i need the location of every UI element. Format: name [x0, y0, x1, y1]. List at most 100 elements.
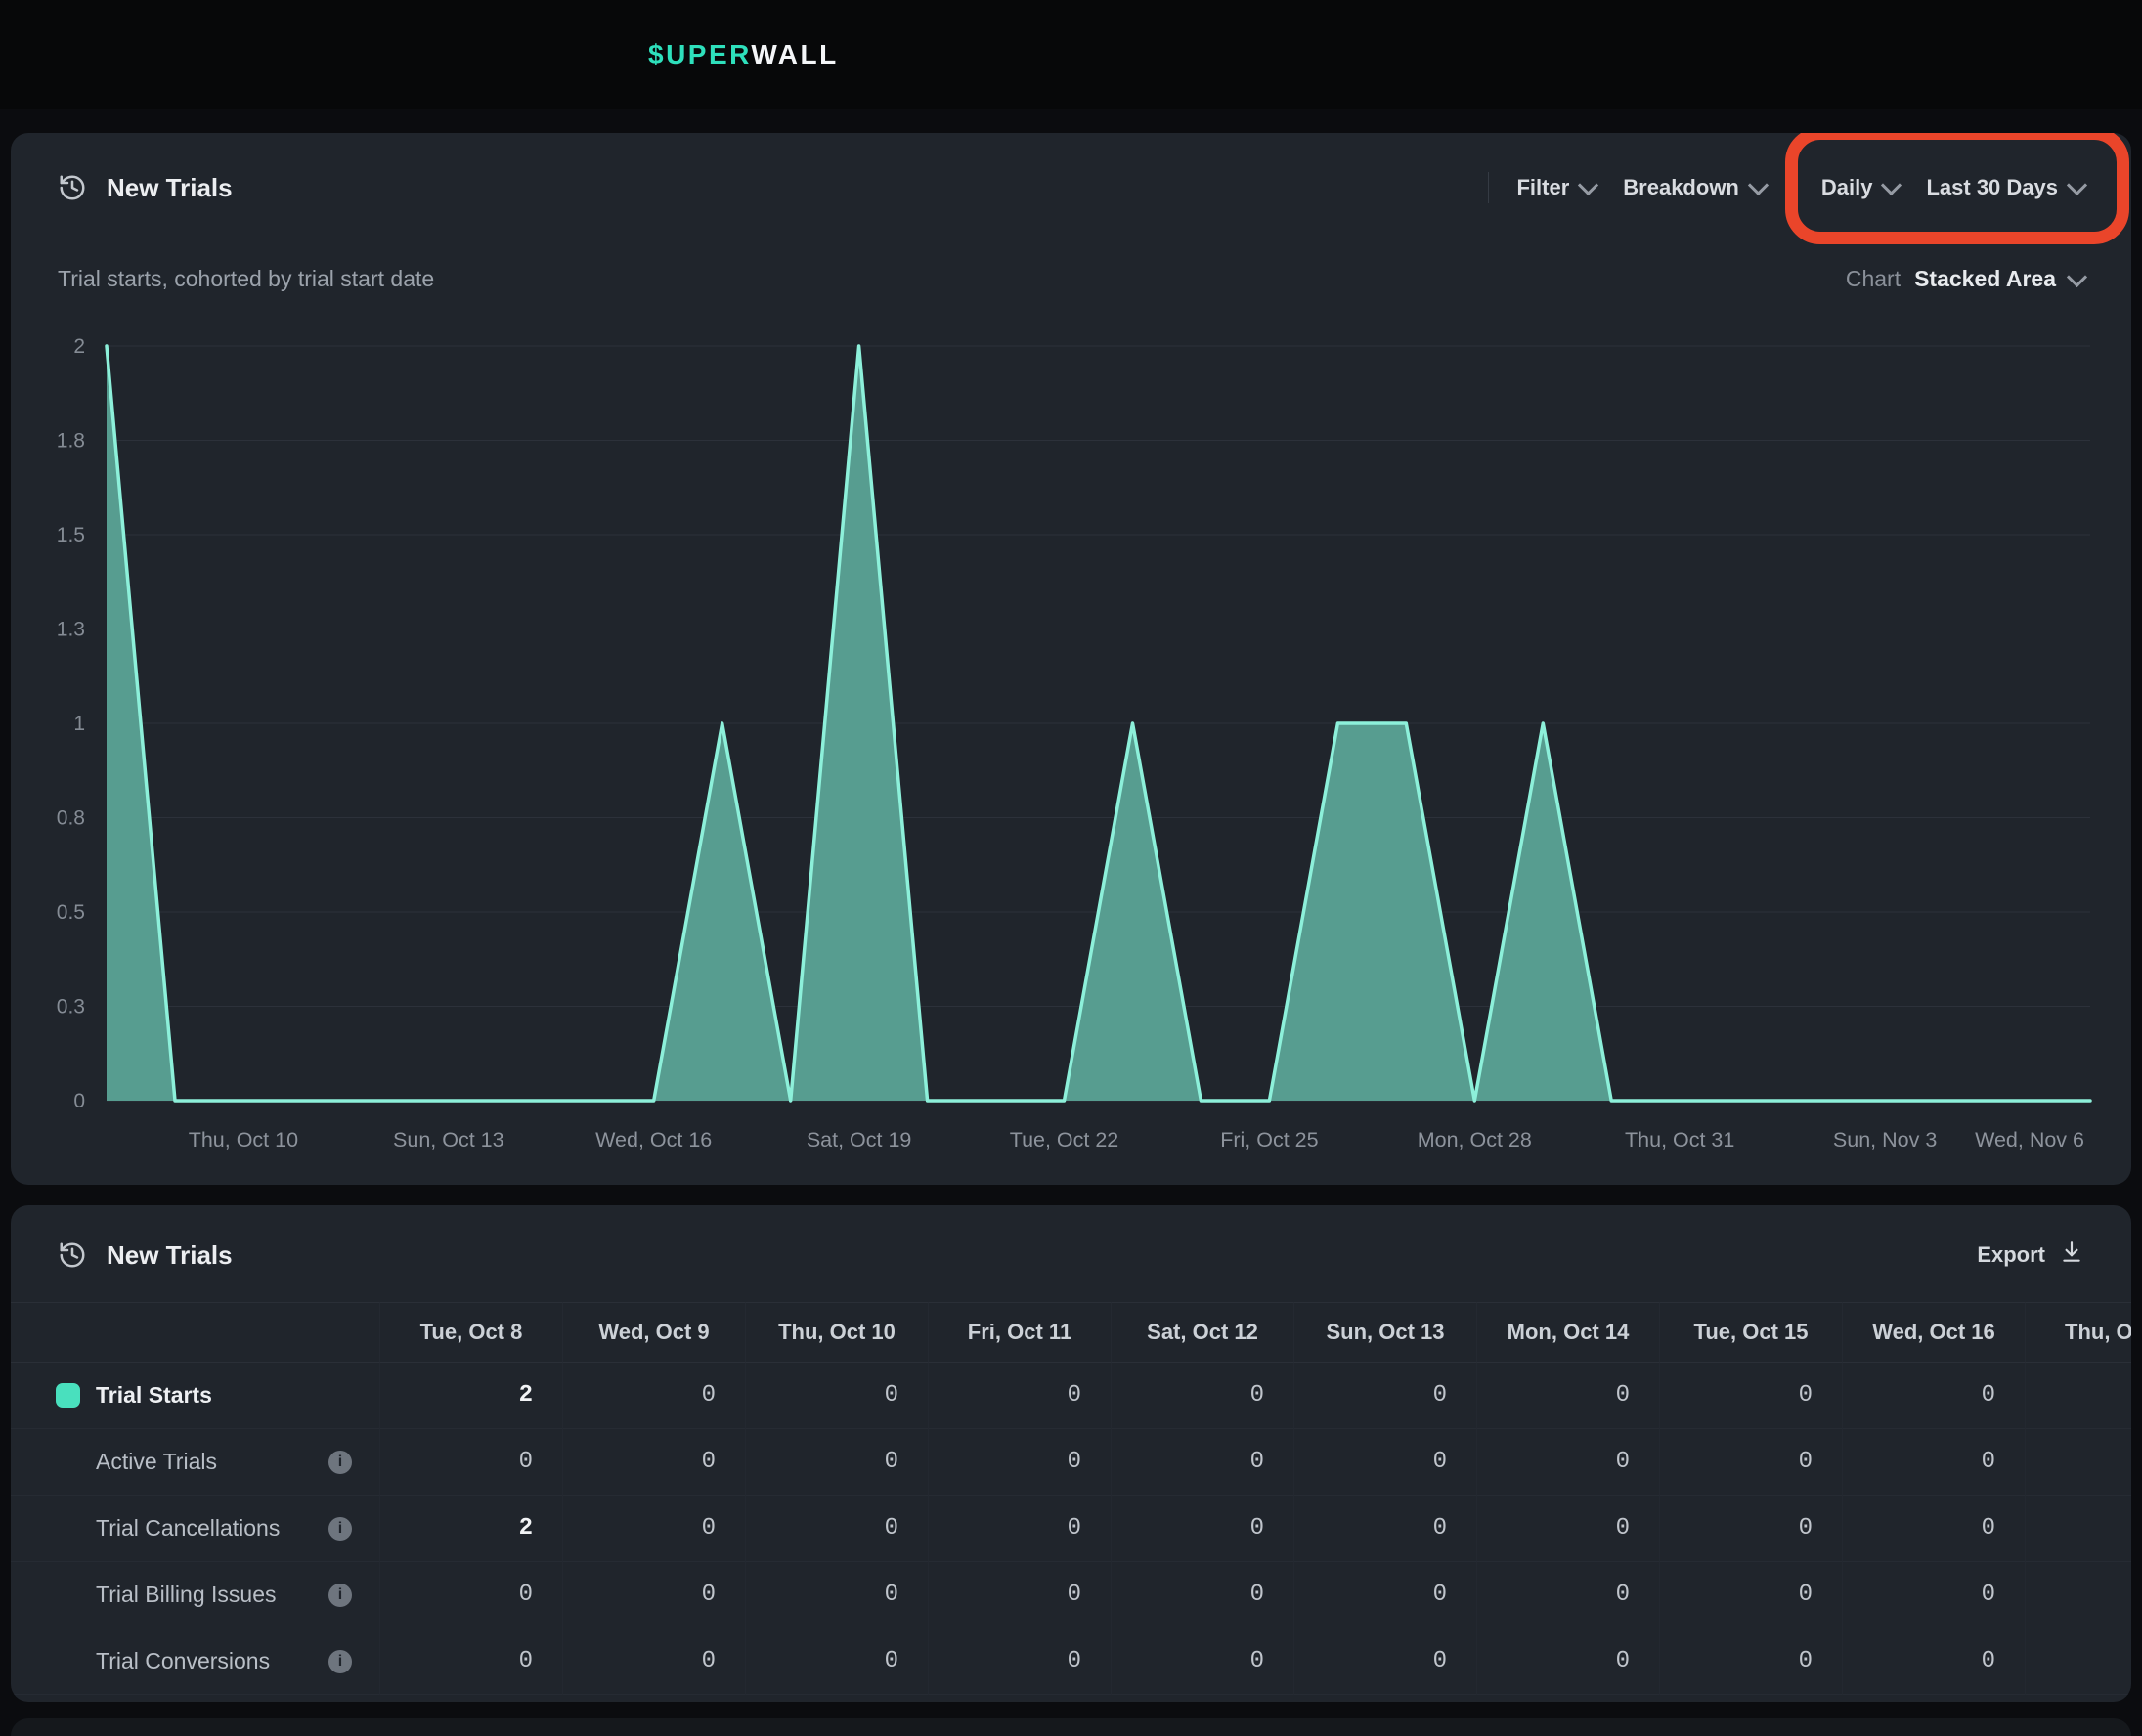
value-cell: 0	[746, 1363, 929, 1429]
breakdown-label: Breakdown	[1623, 175, 1739, 200]
column-header: Tue, Oct 15	[1660, 1302, 1843, 1363]
row-label: Trial Cancellations	[96, 1515, 280, 1541]
new-trials-chart-panel: 00.30.50.811.31.51.82Thu, Oct 10Sun, Oct…	[11, 133, 2131, 1185]
table-panel-header: New Trials Export	[58, 1223, 2084, 1287]
filter-button[interactable]: Filter	[1516, 175, 1596, 200]
download-icon	[2059, 1239, 2084, 1271]
y-tick-label: 1	[73, 713, 85, 735]
panel-title: New Trials	[107, 1240, 233, 1271]
panel-title: New Trials	[107, 173, 233, 203]
row-label-cell: Active Trials i	[11, 1429, 380, 1496]
value-cell: 0	[380, 1628, 563, 1695]
value-cell: 0	[563, 1496, 746, 1562]
value-cell: 0	[746, 1429, 929, 1496]
chart-panel-header: New Trials Filter Breakdown Daily Last 3…	[58, 158, 2084, 217]
column-header: Thu, Oct 10	[746, 1302, 929, 1363]
topbar: $UPERWALL	[0, 0, 2142, 109]
logo-accent: $UPER	[648, 39, 751, 69]
value-cell: 2	[380, 1496, 563, 1562]
value-cell: 0	[1477, 1562, 1660, 1628]
info-icon[interactable]: i	[328, 1451, 352, 1474]
chevron-down-icon	[1578, 175, 1598, 195]
chevron-down-icon	[1881, 175, 1902, 195]
y-tick-label: 1.5	[57, 524, 85, 546]
row-label-cell: Trial Starts	[11, 1363, 380, 1429]
x-tick-label: Tue, Oct 22	[1010, 1128, 1119, 1151]
x-tick-label: Sun, Nov 3	[1833, 1128, 1937, 1151]
superwall-logo: $UPERWALL	[648, 39, 839, 70]
value-cell: 0	[1843, 1628, 2026, 1695]
row-label-cell: Trial Cancellations i	[11, 1496, 380, 1562]
chart-type-label: Chart	[1846, 266, 1901, 292]
row-label-cell: Trial Billing Issues i	[11, 1562, 380, 1628]
next-panel-sliver	[11, 1718, 2131, 1736]
chart-type-select[interactable]: Chart Stacked Area	[1846, 266, 2084, 292]
column-header: Thu, O	[2026, 1302, 2131, 1363]
series-swatch	[56, 1383, 80, 1408]
value-cell: 0	[1843, 1562, 2026, 1628]
history-icon	[58, 173, 87, 202]
y-tick-label: 2	[73, 335, 85, 358]
value-cell: 0	[563, 1429, 746, 1496]
row-label: Active Trials	[96, 1449, 217, 1475]
x-tick-label: Wed, Nov 6	[1975, 1128, 2084, 1151]
x-tick-label: Thu, Oct 31	[1625, 1128, 1734, 1151]
value-cell: 0	[1112, 1628, 1294, 1695]
x-tick-label: Thu, Oct 10	[189, 1128, 298, 1151]
date-range-button[interactable]: Last 30 Days	[1926, 175, 2084, 200]
column-header: Tue, Oct 8	[380, 1302, 563, 1363]
value-cell: 0	[1477, 1628, 1660, 1695]
value-cell: 0	[1294, 1562, 1477, 1628]
info-icon[interactable]: i	[328, 1584, 352, 1607]
row-label: Trial Starts	[96, 1382, 212, 1409]
x-tick-label: Sun, Oct 13	[393, 1128, 504, 1151]
value-cell: 0	[1660, 1363, 1843, 1429]
chart-subtitle: Trial starts, cohorted by trial start da…	[58, 266, 434, 292]
column-header: Mon, Oct 14	[1477, 1302, 1660, 1363]
value-cell: 0	[746, 1562, 929, 1628]
value-cell	[2026, 1496, 2131, 1562]
value-cell: 0	[746, 1628, 929, 1695]
y-tick-label: 0.5	[57, 901, 85, 924]
value-cell: 0	[1660, 1429, 1843, 1496]
column-header: Wed, Oct 16	[1843, 1302, 2026, 1363]
value-cell: 0	[1112, 1363, 1294, 1429]
value-cell: 0	[929, 1363, 1112, 1429]
x-tick-label: Sat, Oct 19	[807, 1128, 912, 1151]
value-cell	[2026, 1429, 2131, 1496]
value-cell: 0	[1843, 1363, 2026, 1429]
value-cell: 0	[380, 1429, 563, 1496]
chart-subheader: Trial starts, cohorted by trial start da…	[58, 266, 2084, 292]
y-tick-label: 1.3	[57, 619, 85, 641]
divider	[1488, 172, 1489, 203]
value-cell: 0	[1660, 1562, 1843, 1628]
value-cell	[2026, 1562, 2131, 1628]
table-corner-cell	[11, 1302, 380, 1363]
value-cell: 0	[1477, 1363, 1660, 1429]
value-cell: 0	[563, 1562, 746, 1628]
row-label: Trial Billing Issues	[96, 1582, 276, 1608]
value-cell: 0	[563, 1628, 746, 1695]
granularity-button[interactable]: Daily	[1821, 175, 1900, 200]
y-tick-label: 0.8	[57, 807, 85, 830]
info-icon[interactable]: i	[328, 1517, 352, 1541]
chevron-down-icon	[1748, 175, 1769, 195]
new-trials-table-panel: New Trials Export Tue, Oct 8Wed, Oct 9Th…	[11, 1205, 2131, 1702]
export-button[interactable]: Export	[1977, 1239, 2084, 1271]
granularity-label: Daily	[1821, 175, 1873, 200]
column-header: Sat, Oct 12	[1112, 1302, 1294, 1363]
value-cell: 0	[1477, 1429, 1660, 1496]
column-header: Wed, Oct 9	[563, 1302, 746, 1363]
info-icon[interactable]: i	[328, 1650, 352, 1673]
breakdown-button[interactable]: Breakdown	[1623, 175, 1766, 200]
value-cell: 0	[929, 1628, 1112, 1695]
export-label: Export	[1977, 1242, 2045, 1268]
value-cell: 0	[1112, 1562, 1294, 1628]
column-header: Fri, Oct 11	[929, 1302, 1112, 1363]
value-cell: 2	[380, 1363, 563, 1429]
chevron-down-icon	[2067, 266, 2087, 286]
date-range-label: Last 30 Days	[1926, 175, 2058, 200]
value-cell: 0	[563, 1363, 746, 1429]
value-cell: 0	[1294, 1429, 1477, 1496]
column-header: Sun, Oct 13	[1294, 1302, 1477, 1363]
